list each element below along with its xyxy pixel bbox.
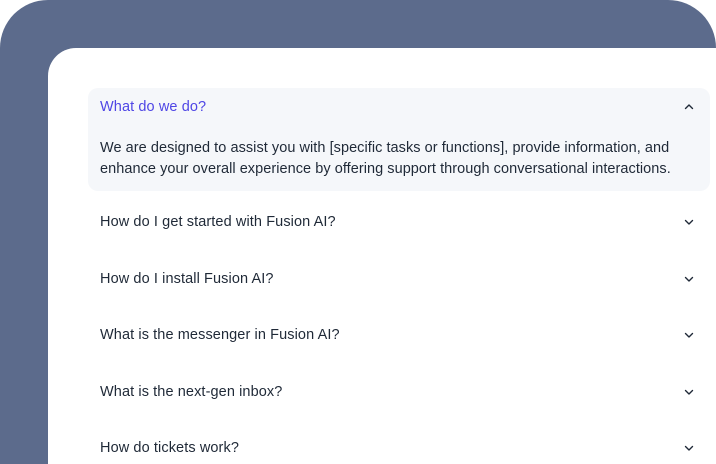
faq-question-toggle[interactable]: What is the messenger in Fusion AI?: [100, 324, 696, 346]
faq-question-toggle[interactable]: What do we do?: [100, 96, 696, 118]
faq-question: How do I get started with Fusion AI?: [100, 214, 336, 230]
chevron-down-icon[interactable]: [682, 272, 696, 286]
chevron-down-icon[interactable]: [682, 215, 696, 229]
outer-frame: What do we do? We are designed to assist…: [0, 0, 716, 464]
faq-question: What do we do?: [100, 99, 207, 115]
faq-card: What do we do? We are designed to assist…: [48, 48, 716, 464]
chevron-down-icon[interactable]: [682, 441, 696, 455]
faq-question-toggle[interactable]: How do I install Fusion AI?: [100, 268, 696, 290]
chevron-down-icon[interactable]: [682, 328, 696, 342]
faq-item-next-gen-inbox: What is the next-gen inbox?: [88, 361, 710, 418]
faq-question: What is the next-gen inbox?: [100, 383, 283, 400]
faq-item-what-do-we-do: What do we do? We are designed to assist…: [88, 88, 710, 191]
chevron-down-icon[interactable]: [682, 385, 696, 399]
faq-item-tickets: How do tickets work?: [88, 417, 710, 464]
faq-item-get-started: How do I get started with Fusion AI?: [88, 191, 710, 248]
faq-answer: We are designed to assist you with [spec…: [100, 140, 671, 177]
faq-list: What do we do? We are designed to assist…: [88, 88, 710, 464]
faq-question: How do I install Fusion AI?: [100, 270, 274, 287]
chevron-up-icon[interactable]: [682, 100, 696, 114]
faq-question-toggle[interactable]: How do tickets work?: [100, 437, 696, 459]
faq-item-messenger: What is the messenger in Fusion AI?: [88, 304, 710, 361]
faq-question-toggle[interactable]: What is the next-gen inbox?: [100, 381, 696, 403]
faq-item-install: How do I install Fusion AI?: [88, 248, 710, 305]
faq-question: How do tickets work?: [100, 440, 239, 456]
faq-question-toggle[interactable]: How do I get started with Fusion AI?: [100, 211, 696, 233]
faq-question: What is the messenger in Fusion AI?: [100, 327, 340, 343]
